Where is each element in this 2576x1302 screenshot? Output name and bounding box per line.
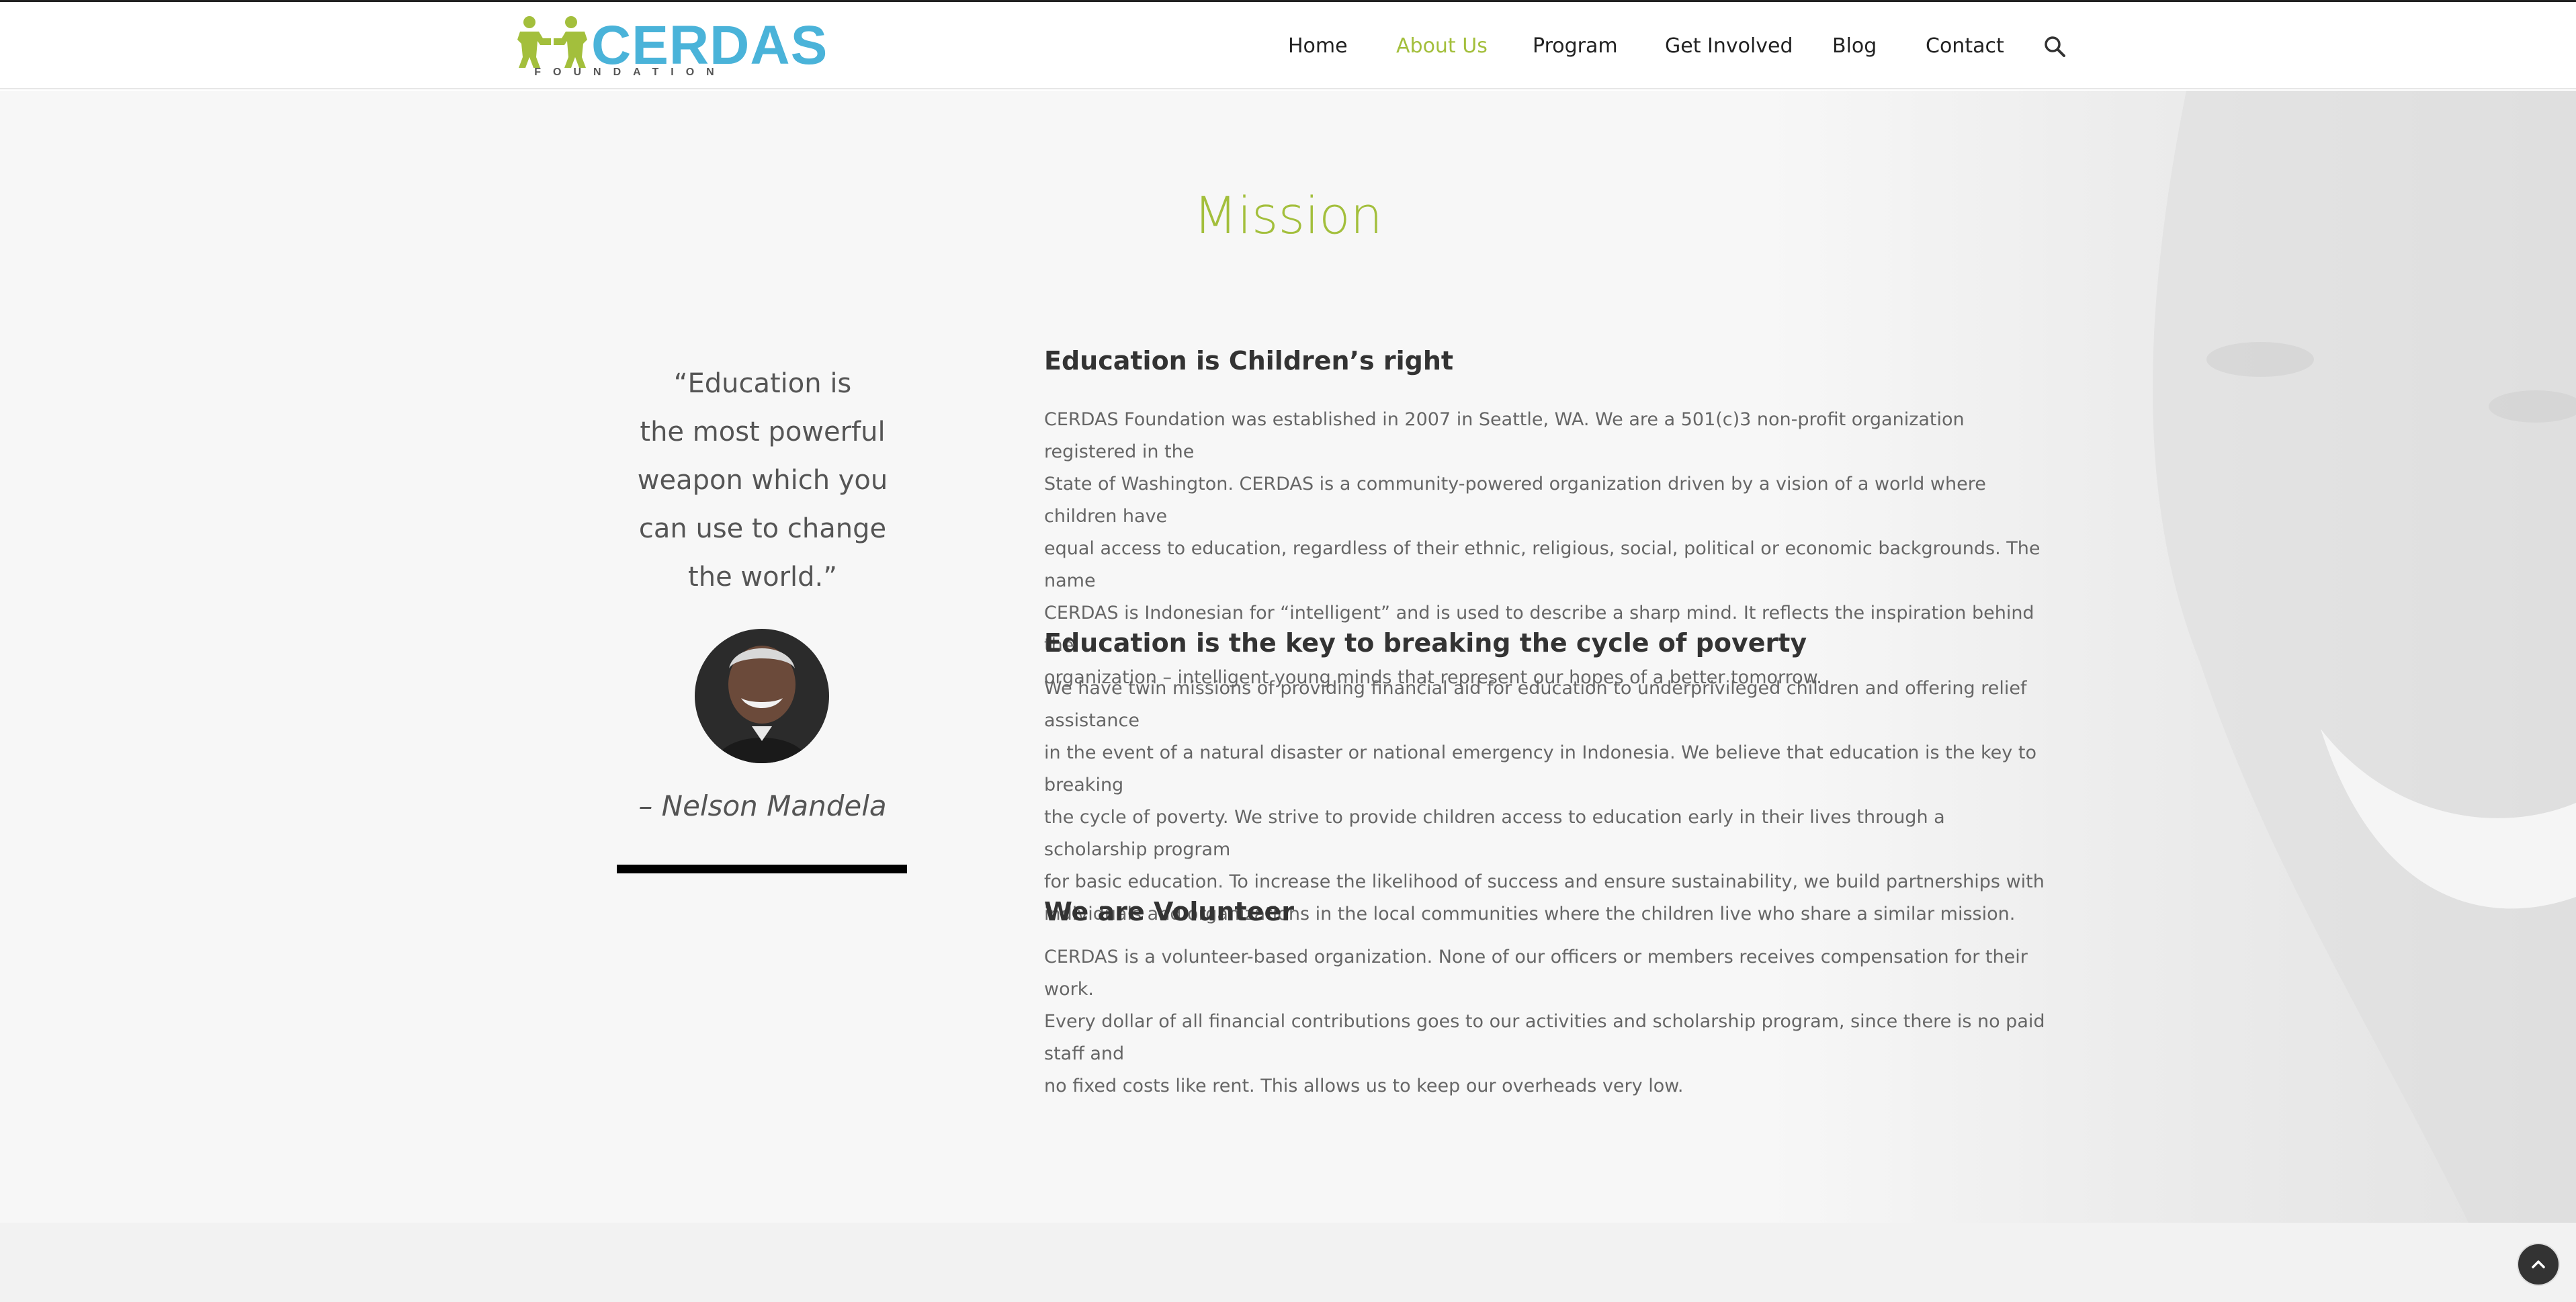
- nav-get-involved[interactable]: Get Involved: [1665, 32, 1793, 61]
- page-title: Mission: [1193, 185, 1383, 245]
- nav-program[interactable]: Program: [1533, 32, 1618, 61]
- mandela-quote: “Education is the most powerful weapon w…: [605, 359, 920, 601]
- section-paragraph: CERDAS is a volunteer-based organization…: [1044, 941, 2052, 1102]
- mission-section: Mission “Education is the most powerful …: [0, 91, 2576, 1223]
- nav-about-us[interactable]: About Us: [1396, 32, 1488, 61]
- paragraph-line: CERDAS is a volunteer-based organization…: [1044, 947, 2028, 1000]
- nav-blog[interactable]: Blog: [1832, 32, 1877, 61]
- scroll-to-top-button[interactable]: [2517, 1243, 2560, 1286]
- nelson-mandela-portrait: [695, 629, 829, 763]
- paragraph-line: Every dollar of all financial contributi…: [1044, 1011, 2045, 1064]
- quote-line: the world.”: [688, 562, 837, 593]
- quote-divider: [617, 865, 907, 873]
- nav-home[interactable]: Home: [1288, 32, 1348, 61]
- search-icon[interactable]: [2043, 34, 2067, 58]
- paragraph-line: in the event of a natural disaster or na…: [1044, 742, 2036, 795]
- section-heading: We are Volunteer: [1044, 897, 1294, 926]
- paragraph-line: no fixed costs like rent. This allows us…: [1044, 1076, 1684, 1096]
- quote-line: the most powerful: [640, 417, 886, 447]
- footer-strip: [0, 1223, 2576, 1302]
- paragraph-line: the cycle of poverty. We strive to provi…: [1044, 807, 1945, 860]
- section-heading: Education is Children’s right: [1044, 346, 1454, 376]
- main-navigation: Home About Us Program Get Involved Blog …: [0, 2, 2576, 89]
- paragraph-line: We have twin missions of providing finan…: [1044, 678, 2027, 731]
- quote-line: “Education is: [673, 368, 852, 399]
- nav-contact[interactable]: Contact: [1926, 32, 2004, 61]
- paragraph-line: for basic education. To increase the lik…: [1044, 871, 2045, 892]
- paragraph-line: CERDAS Foundation was established in 200…: [1044, 409, 1965, 462]
- quote-line: can use to change: [638, 513, 887, 544]
- paragraph-line: State of Washington. CERDAS is a communi…: [1044, 474, 1986, 527]
- quote-line: weapon which you: [637, 465, 888, 496]
- paragraph-line: equal access to education, regardless of…: [1044, 538, 2041, 591]
- quote-author: – Nelson Mandela: [638, 789, 887, 822]
- chevron-up-icon: [2532, 1260, 2545, 1268]
- section-heading: Education is the key to breaking the cyc…: [1044, 628, 1807, 658]
- section-paragraph: We have twin missions of providing finan…: [1044, 672, 2052, 930]
